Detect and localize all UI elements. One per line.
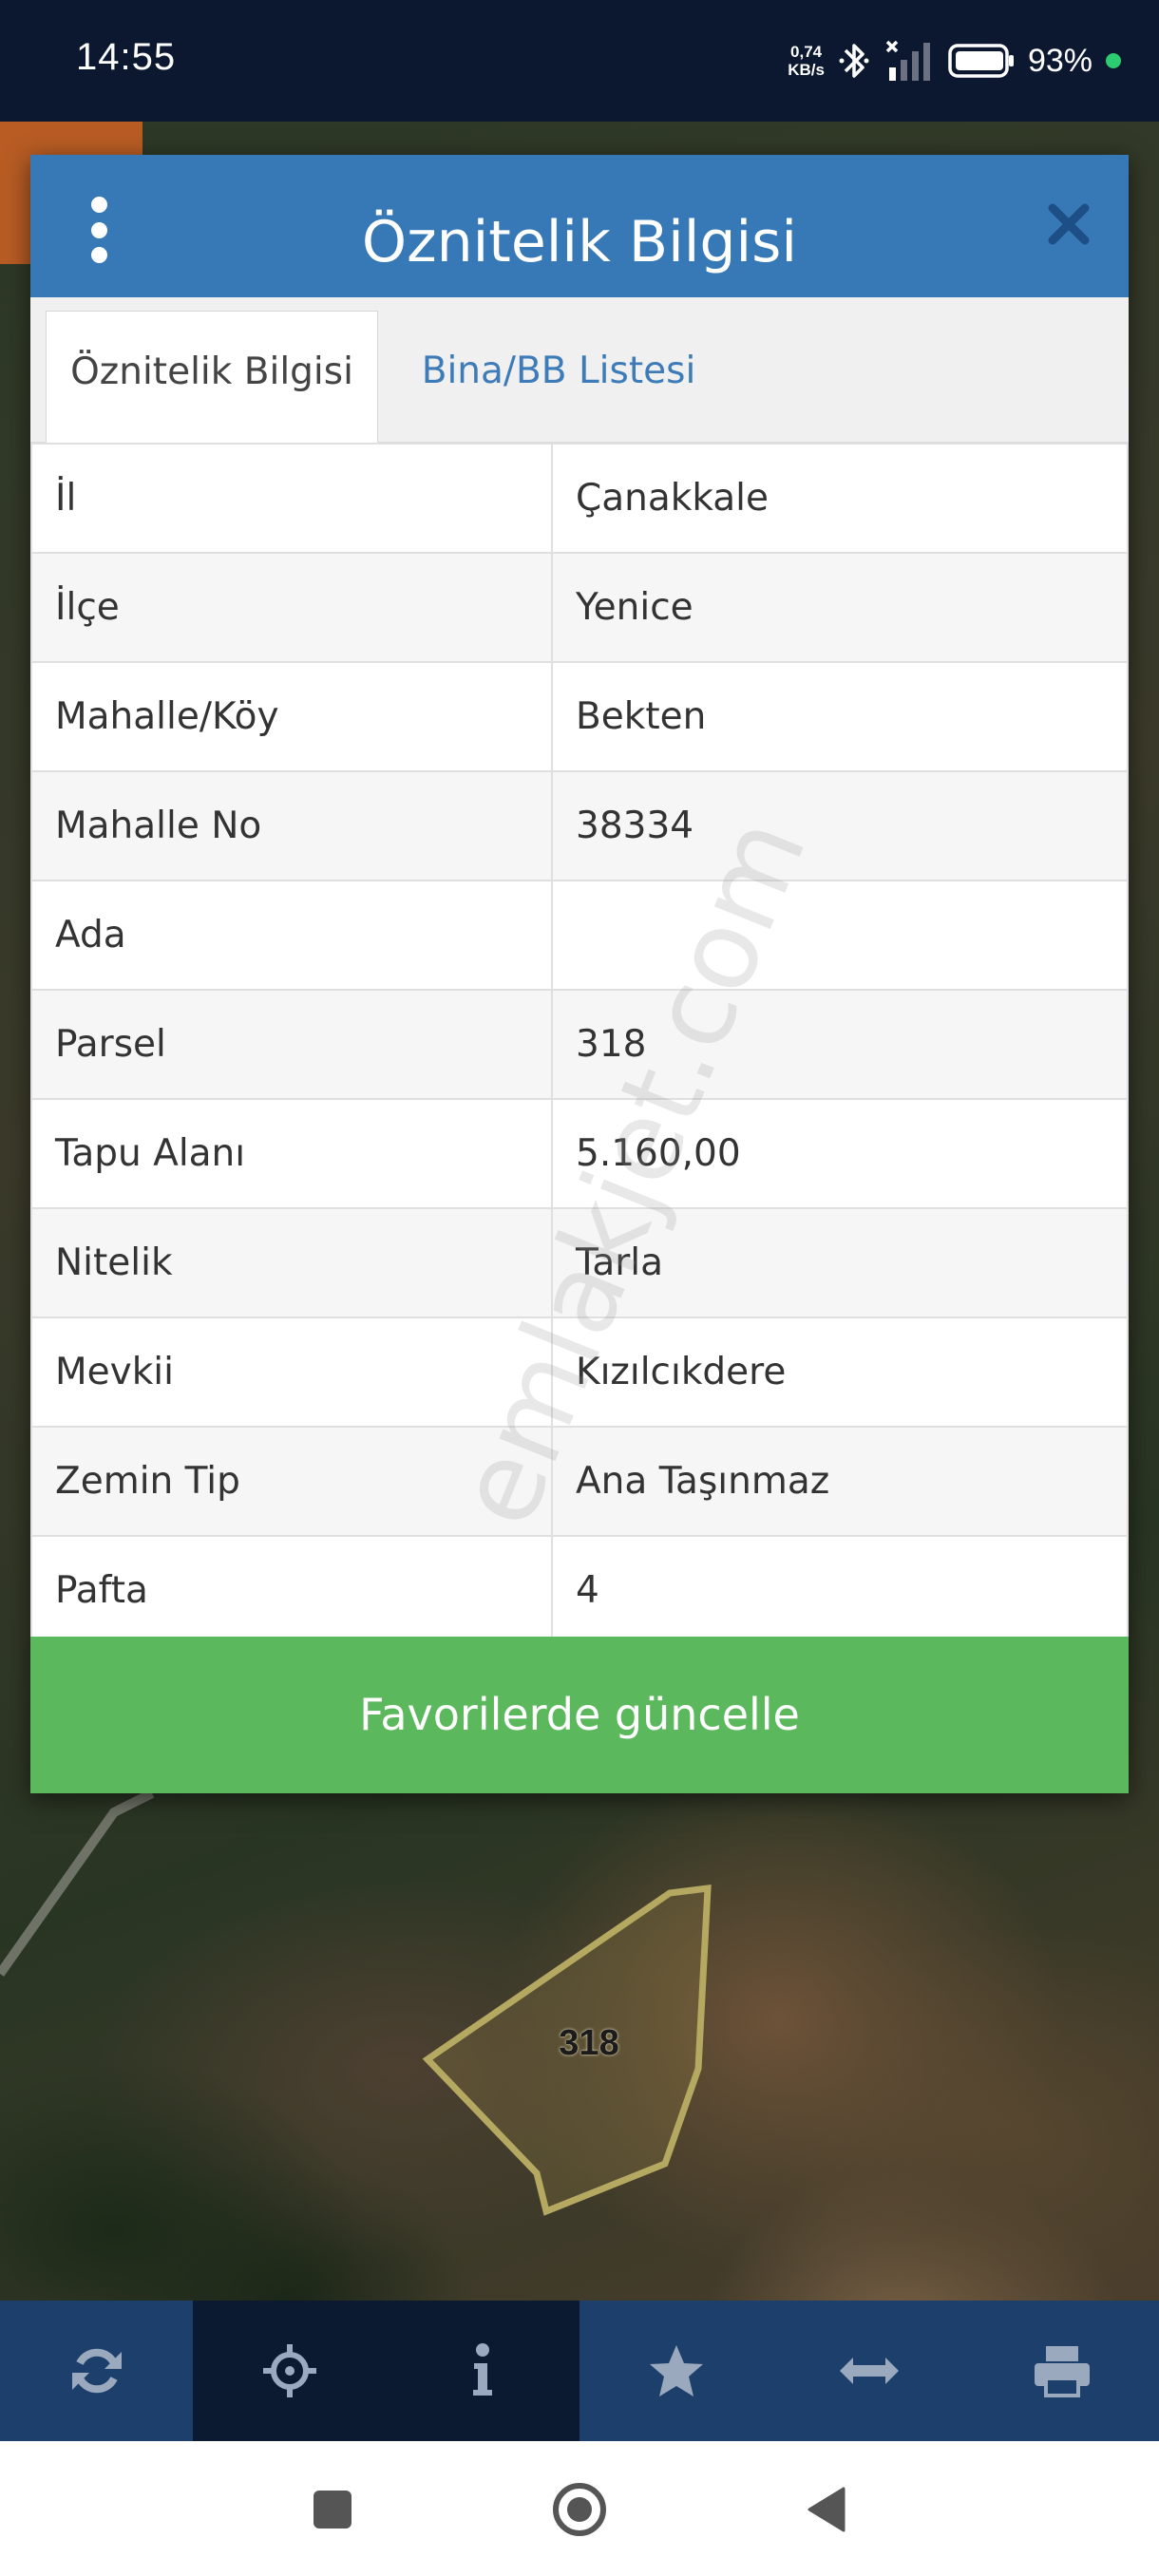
row-value: Kızılcıkdere xyxy=(551,1316,1129,1428)
dialog-title: Öznitelik Bilgisi xyxy=(361,209,798,275)
table-row: İl Çanakkale xyxy=(30,443,1129,554)
toolbar-info[interactable] xyxy=(386,2301,580,2441)
row-key: İlçe xyxy=(30,552,553,663)
row-key: Mahalle No xyxy=(30,770,553,881)
star-icon xyxy=(649,2345,703,2396)
home-button[interactable] xyxy=(549,2479,610,2540)
tab-attribute-info[interactable]: Öznitelik Bilgisi xyxy=(46,311,378,443)
toolbar-locate[interactable] xyxy=(193,2301,387,2441)
privacy-indicator-dot xyxy=(1106,53,1121,68)
toolbar-measure[interactable] xyxy=(772,2301,965,2441)
row-key: Mahalle/Köy xyxy=(30,661,553,772)
home-circle-icon xyxy=(553,2483,606,2536)
signal-no-sim-icon xyxy=(885,40,930,81)
status-bar: 14:55 0,74 KB/s 93% xyxy=(0,0,1159,122)
toolbar-refresh[interactable] xyxy=(0,2301,193,2441)
table-row: Mahalle/Köy Bekten xyxy=(30,661,1129,772)
table-row: Mahalle No 38334 xyxy=(30,770,1129,881)
refresh-icon xyxy=(71,2348,122,2394)
table-row: Ada xyxy=(30,880,1129,991)
network-speed-unit: KB/s xyxy=(788,61,825,79)
row-key: Nitelik xyxy=(30,1207,553,1318)
table-row: Parsel 318 xyxy=(30,989,1129,1100)
arrows-horizontal-icon xyxy=(839,2358,899,2384)
close-icon[interactable] xyxy=(1045,200,1092,248)
row-key: İl xyxy=(30,443,553,554)
tab-building-list[interactable]: Bina/BB Listesi xyxy=(378,311,739,443)
row-value xyxy=(551,880,1129,991)
row-value: Ana Taşınmaz xyxy=(551,1426,1129,1537)
dialog-header: Öznitelik Bilgisi xyxy=(30,155,1129,297)
dot xyxy=(90,197,107,213)
row-key: Parsel xyxy=(30,989,553,1100)
back-triangle-icon xyxy=(808,2487,846,2532)
update-favorites-button[interactable]: Favorilerde güncelle xyxy=(30,1637,1129,1793)
printer-icon xyxy=(1035,2346,1091,2397)
toolbar-favorites[interactable] xyxy=(580,2301,772,2441)
row-value: 38334 xyxy=(551,770,1129,881)
row-key: Pafta xyxy=(30,1535,553,1646)
network-speed-value: 0,74 xyxy=(790,43,823,61)
recent-apps-button[interactable] xyxy=(302,2479,363,2540)
row-value: Yenice xyxy=(551,552,1129,663)
row-value: Bekten xyxy=(551,661,1129,772)
battery-percentage: 93% xyxy=(1027,42,1092,79)
more-options-icon[interactable] xyxy=(87,197,110,263)
row-value: Çanakkale xyxy=(551,443,1129,554)
tab-strip: Öznitelik Bilgisi Bina/BB Listesi xyxy=(30,297,1129,443)
network-speed: 0,74 KB/s xyxy=(788,43,825,79)
battery-icon xyxy=(948,44,1014,78)
back-button[interactable] xyxy=(796,2479,857,2540)
row-value: 4 xyxy=(551,1535,1129,1646)
bluetooth-icon xyxy=(839,44,869,78)
parcel-number-label: 318 xyxy=(559,2023,619,2063)
row-key: Tapu Alanı xyxy=(30,1098,553,1209)
status-icons: 0,74 KB/s 93% xyxy=(788,34,1121,87)
crosshair-icon xyxy=(262,2344,316,2397)
attribute-dialog: Öznitelik Bilgisi Öznitelik Bilgisi Bina… xyxy=(30,155,1129,1793)
map-toolbar xyxy=(0,2301,1159,2441)
status-time: 14:55 xyxy=(76,36,177,78)
system-navigation-bar xyxy=(0,2441,1159,2576)
table-row: İlçe Yenice xyxy=(30,552,1129,663)
row-key: Ada xyxy=(30,880,553,991)
table-row: Pafta 4 xyxy=(30,1535,1129,1646)
info-icon xyxy=(473,2343,493,2396)
square-icon xyxy=(314,2491,352,2529)
dot xyxy=(90,247,107,263)
toolbar-print[interactable] xyxy=(966,2301,1159,2441)
dot xyxy=(90,221,107,238)
